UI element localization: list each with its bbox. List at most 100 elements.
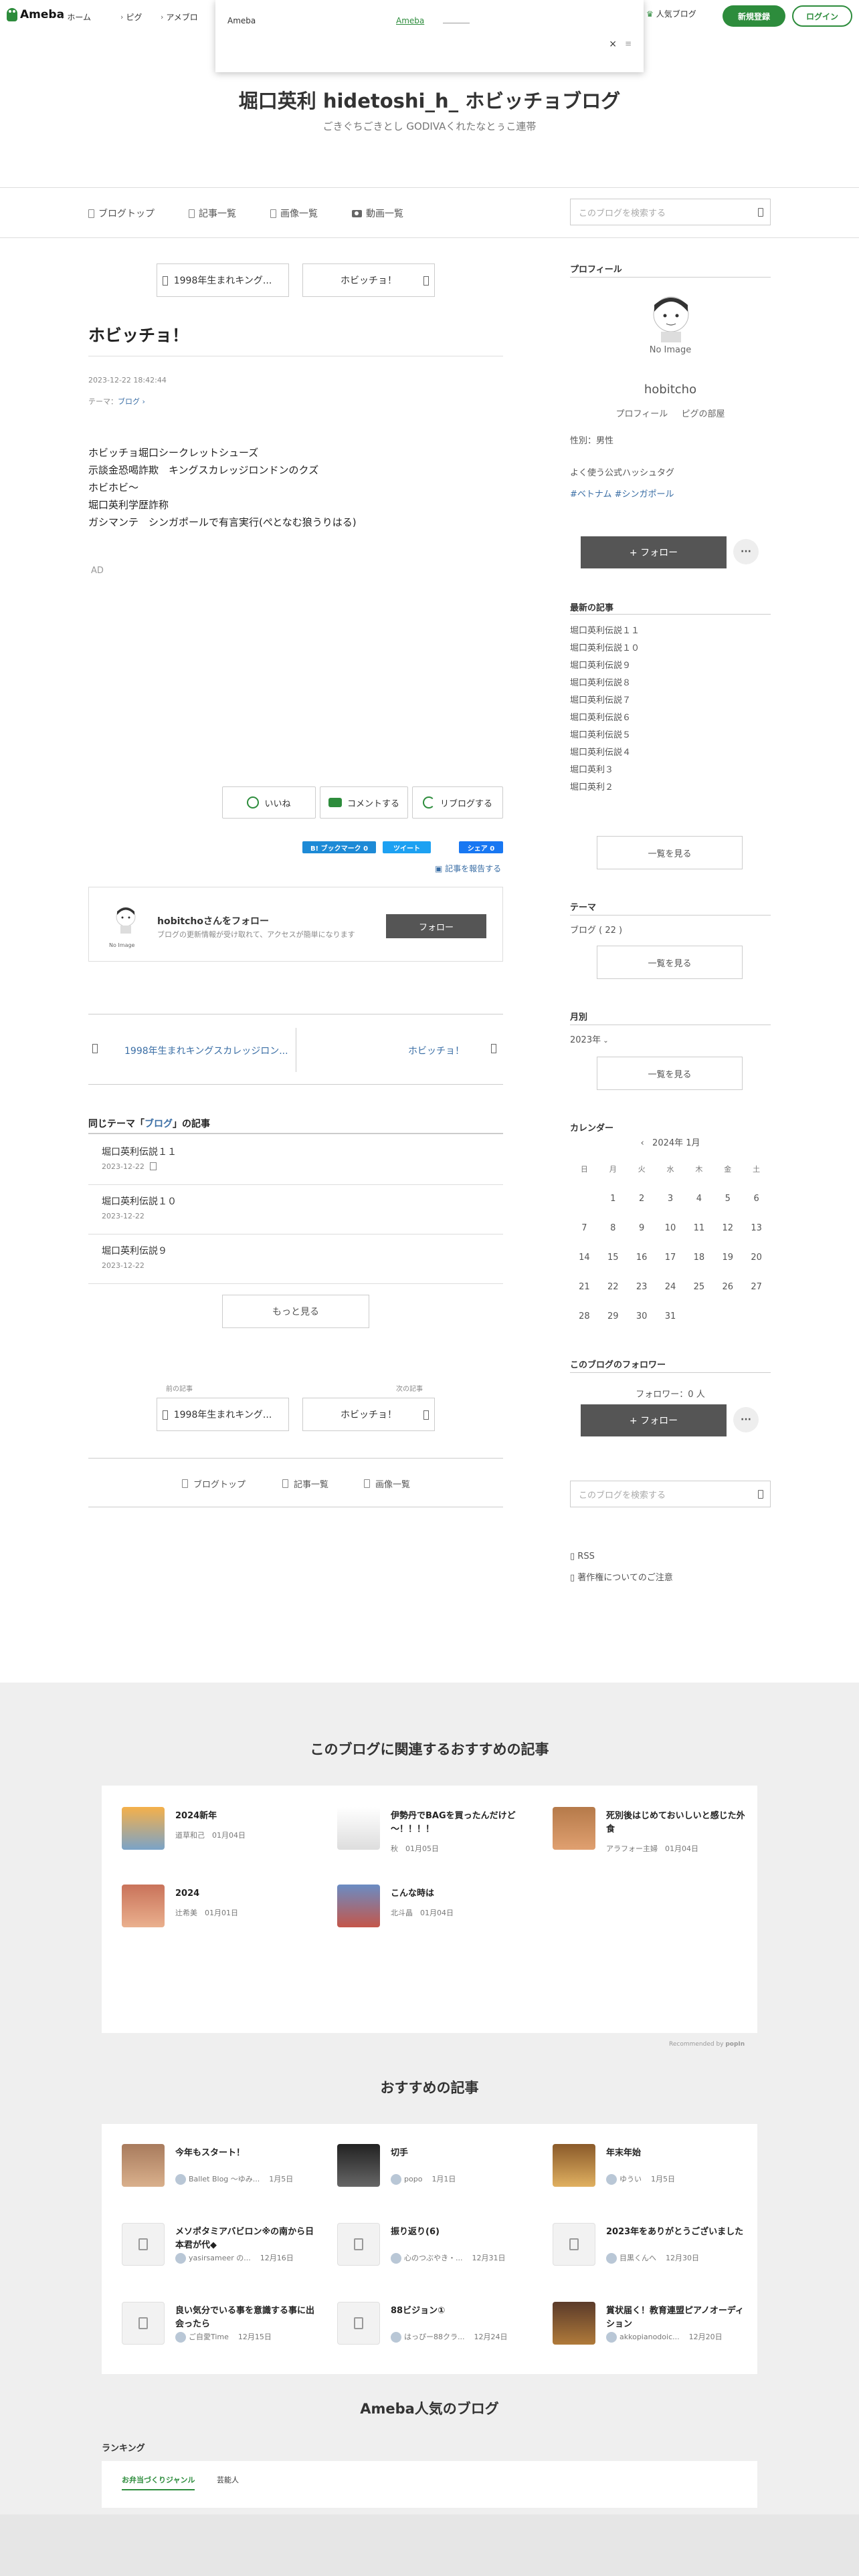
- gnav-blog-top[interactable]: ブログトップ: [88, 207, 155, 220]
- pigg-room-link[interactable]: ピグの部屋: [681, 409, 725, 419]
- topnav-ameblo[interactable]: › アメブロ: [161, 11, 198, 23]
- prev-article-button[interactable]: 1998年生まれキング...: [157, 263, 289, 297]
- popular-blog-link[interactable]: ♛ 人気ブログ: [646, 8, 696, 19]
- sidebar-search-input[interactable]: このブログを検索する: [570, 1481, 771, 1507]
- blog-search-input[interactable]: このブログを検索する: [570, 199, 771, 225]
- popup-link[interactable]: Ameba: [396, 16, 424, 25]
- search-icon[interactable]: [758, 208, 763, 217]
- recent-article-link[interactable]: 堀口英利伝説６: [570, 710, 631, 723]
- more-options-icon[interactable]: ···: [733, 539, 759, 564]
- recommend-card[interactable]: 死別後はじめておいしいと感じた外食 アラフォー主婦 01月04日: [553, 1807, 753, 1867]
- recent-article-link[interactable]: 堀口英利伝説１０: [570, 641, 640, 653]
- profile-link[interactable]: プロフィール: [616, 409, 668, 419]
- tweet-button[interactable]: ツイート: [383, 841, 431, 853]
- topnav-pigg[interactable]: › ピグ: [120, 11, 142, 23]
- list-item[interactable]: 堀口英利伝説９ 2023-12-22: [88, 1235, 503, 1284]
- thumbnail: [122, 2302, 165, 2345]
- gnav-image-list[interactable]: 画像一覧: [270, 207, 318, 220]
- popular-blog-label: 人気ブログ: [656, 9, 696, 19]
- theme-link[interactable]: ブログ: [118, 397, 140, 406]
- login-button[interactable]: ログイン: [792, 5, 852, 27]
- card-title: 切手: [391, 2148, 409, 2158]
- card-meta: 道草和己 01月04日: [175, 1831, 246, 1840]
- gnav-article-list[interactable]: 記事一覧: [189, 207, 236, 220]
- follow-button[interactable]: フォロー: [386, 914, 486, 938]
- more-options-icon[interactable]: ···: [733, 1407, 759, 1432]
- recommend-card[interactable]: 良い気分でいる事を意識する事に出会ったら ご自愛Time 12月15日: [122, 2302, 322, 2362]
- month-see-all-button[interactable]: 一覧を見る: [597, 1057, 743, 1090]
- recent-article-link[interactable]: 堀口英利２: [570, 780, 613, 792]
- recommend-card[interactable]: こんな時は 北斗晶 01月04日: [337, 1885, 538, 1945]
- recent-article-link[interactable]: 堀口英利３: [570, 762, 613, 775]
- gnav-video-list[interactable]: 動画一覧: [352, 207, 403, 220]
- more-button[interactable]: もっと見る: [222, 1295, 369, 1328]
- next-article-button[interactable]: ホビッチョ！: [302, 263, 435, 297]
- topnav-home[interactable]: › ホーム: [62, 11, 91, 23]
- profile-follow-button[interactable]: + フォロー: [581, 536, 727, 568]
- recommend-card[interactable]: 2023年をありがとうございました 目黒くんへ 12月30日: [553, 2223, 753, 2283]
- report-link[interactable]: ▣ 記事を報告する: [435, 863, 501, 874]
- divider: [570, 614, 771, 615]
- register-button[interactable]: 新規登録: [723, 5, 785, 27]
- ameba-logo[interactable]: Ameba: [7, 8, 64, 21]
- recent-article-link[interactable]: 堀口英利伝説５: [570, 728, 631, 740]
- chevron-left-icon[interactable]: ‹: [640, 1138, 652, 1148]
- recommend-card[interactable]: 今年もスタート！ Ballet Blog ～ゆみ... 1月5日: [122, 2144, 322, 2204]
- hashtag-link[interactable]: #ベトナム: [570, 490, 612, 500]
- search-icon[interactable]: [758, 1490, 763, 1499]
- profile-name[interactable]: hobitcho: [570, 383, 771, 397]
- close-icon[interactable]: ×: [609, 39, 617, 49]
- prev-article-button-bottom[interactable]: 1998年生まれキング...: [157, 1398, 289, 1431]
- hatena-bookmark-button[interactable]: B! ブックマーク 0: [302, 841, 376, 853]
- related-theme-link[interactable]: ブログ: [145, 1119, 173, 1130]
- reblog-button[interactable]: リブログする: [412, 786, 503, 819]
- ranking-tab[interactable]: 芸能人: [217, 2474, 239, 2489]
- theme-see-all-button[interactable]: 一覧を見る: [597, 946, 743, 979]
- recent-see-all-button[interactable]: 一覧を見る: [597, 836, 743, 869]
- calendar-day: 15: [607, 1252, 619, 1263]
- author-avatar: [606, 2174, 617, 2185]
- entry-title[interactable]: ホビッチョ！: [88, 322, 189, 346]
- footer-image-list[interactable]: 画像一覧: [364, 1477, 410, 1490]
- recommend-card[interactable]: 2024 辻希美 01月01日: [122, 1885, 322, 1945]
- recommend-card[interactable]: 2024新年 道草和己 01月04日: [122, 1807, 322, 1867]
- recommend-card[interactable]: 年末年始 ゆうい 1月5日: [553, 2144, 753, 2204]
- document-icon: [354, 2238, 363, 2250]
- ranking-tab[interactable]: お弁当づくりジャンル: [122, 2474, 195, 2490]
- recent-article-link[interactable]: 堀口英利伝説１１: [570, 623, 640, 636]
- recent-article-link[interactable]: 堀口英利伝説９: [570, 658, 631, 671]
- copyright-link[interactable]: ▯ 著作権についてのご注意: [570, 1570, 673, 1583]
- recommend-card[interactable]: 賞状届く！教育連盟ピアノオーディション akkopianodoic... 12月20…: [553, 2302, 753, 2362]
- theme-link[interactable]: ブログ ( 22 ): [570, 923, 622, 936]
- prev-article-link[interactable]: 1998年生まれキングスカレッジロン...: [124, 1044, 288, 1057]
- like-button[interactable]: いいね: [222, 786, 316, 819]
- noimage-label: No Image: [649, 345, 692, 355]
- rss-link[interactable]: ▯ RSS: [570, 1551, 595, 1562]
- recommend-card[interactable]: 切手 popo 1月1日: [337, 2144, 538, 2204]
- footer-article-list[interactable]: 記事一覧: [282, 1477, 328, 1490]
- footer-blog-top[interactable]: ブログトップ: [182, 1477, 246, 1490]
- document-icon: [138, 2317, 148, 2329]
- comment-button[interactable]: コメントする: [320, 786, 408, 819]
- next-article-button-bottom[interactable]: ホビッチョ！: [302, 1398, 435, 1431]
- month-link[interactable]: 2023年 ⌄: [570, 1033, 609, 1045]
- profile-heading: プロフィール: [570, 265, 622, 275]
- blog-title[interactable]: 堀口英利 hidetoshi_h_ ホビッチョブログ: [0, 86, 859, 114]
- recent-article-link[interactable]: 堀口英利伝説７: [570, 693, 631, 706]
- hashtag-link[interactable]: #シンガポール: [615, 490, 674, 500]
- avatar: [116, 907, 136, 934]
- recommend-card[interactable]: 振り返り(6) 心のつぶやき・... 12月31日: [337, 2223, 538, 2283]
- calendar-day: 8: [610, 1222, 616, 1233]
- list-item[interactable]: 堀口英利伝説１１ 2023-12-22: [88, 1136, 503, 1185]
- facebook-share-button[interactable]: シェア 0: [459, 841, 503, 853]
- recent-article-link[interactable]: 堀口英利伝説８: [570, 675, 631, 688]
- recommend-card[interactable]: メソポタミアバビロン※の南から日本君が代◆ yasirsameer の... 12月…: [122, 2223, 322, 2283]
- follow-card: No Image hobitchoさんをフォロー ブログの更新情報が受け取れて、…: [88, 887, 503, 962]
- list-item[interactable]: 堀口英利伝説１０ 2023-12-22: [88, 1185, 503, 1235]
- settings-icon[interactable]: ≡: [625, 39, 632, 48]
- next-article-link[interactable]: ホビッチョ！: [408, 1044, 464, 1057]
- recommend-card[interactable]: 伊勢丹でBAGを買ったんだけど～！！！！ 秋 01月05日: [337, 1807, 538, 1867]
- recommend-card[interactable]: 88ビジョン① はっぴー88クラ... 12月24日: [337, 2302, 538, 2362]
- followers-follow-button[interactable]: + フォロー: [581, 1404, 727, 1436]
- recent-article-link[interactable]: 堀口英利伝説４: [570, 745, 631, 758]
